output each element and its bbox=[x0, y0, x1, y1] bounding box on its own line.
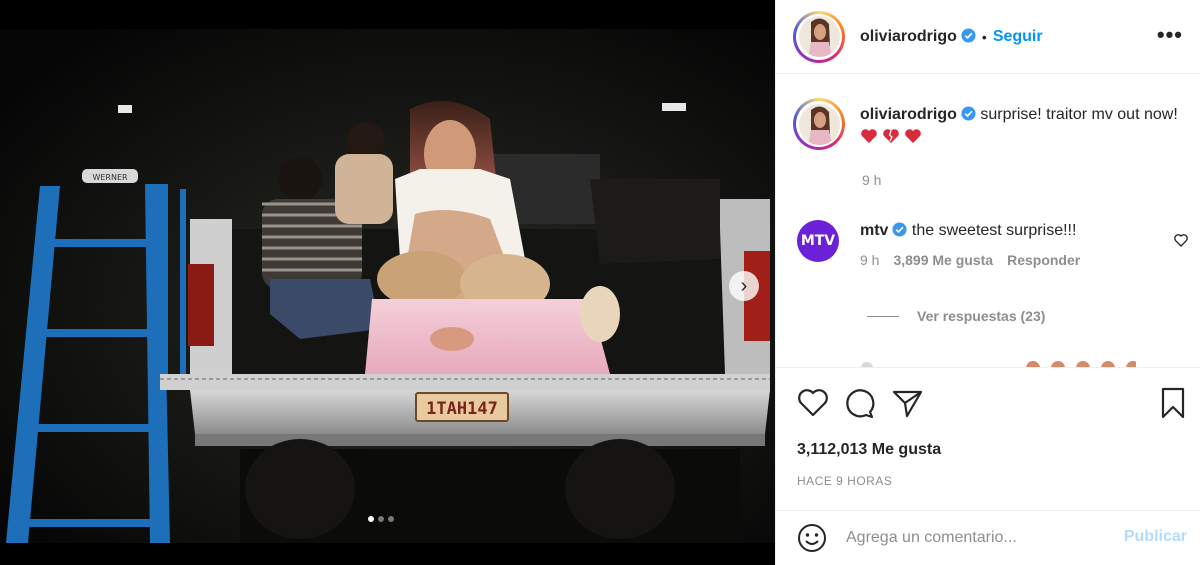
chevron-right-icon: › bbox=[740, 275, 748, 297]
comment-text: the sweetest surprise!!! bbox=[911, 222, 1077, 239]
comment-likes[interactable]: 3,899 Me gusta bbox=[893, 252, 993, 268]
comment-bubble-icon[interactable] bbox=[842, 386, 876, 420]
reply-button[interactable]: Responder bbox=[1007, 252, 1080, 268]
author-username[interactable]: oliviarodrigo bbox=[860, 28, 976, 46]
comment-username[interactable]: mtv bbox=[860, 222, 888, 239]
post-side-panel: oliviarodrigo • Seguir ••• oliviarodrigo… bbox=[775, 0, 1200, 565]
caption-text: oliviarodrigo surprise! traitor mv out n… bbox=[860, 103, 1180, 150]
mtv-logo-icon: MTV bbox=[800, 233, 836, 249]
license-plate: 1TAH147 bbox=[426, 399, 498, 419]
view-replies-label: Ver respuestas (23) bbox=[917, 308, 1046, 324]
publish-button[interactable]: Publicar bbox=[1124, 528, 1187, 546]
red-heart-emoji-icon bbox=[861, 129, 877, 143]
more-options-icon[interactable]: ••• bbox=[1157, 24, 1183, 46]
post-photo[interactable]: WERNER 1TAH147 bbox=[0, 29, 775, 543]
comment-body: mtv the sweetest surprise!!! 9 h 3,899 M… bbox=[860, 222, 1080, 268]
broken-heart-emoji-icon bbox=[883, 129, 899, 143]
comments-list[interactable]: oliviarodrigo surprise! traitor mv out n… bbox=[776, 75, 1200, 367]
carousel-dot-3 bbox=[388, 516, 394, 522]
share-paper-plane-icon[interactable] bbox=[890, 386, 924, 420]
next-comment-peek bbox=[861, 361, 1136, 367]
likes-count[interactable]: 3,112,013 Me gusta bbox=[797, 441, 941, 459]
caption: oliviarodrigo surprise! traitor mv out n… bbox=[793, 98, 1180, 150]
save-bookmark-icon[interactable] bbox=[1156, 386, 1190, 420]
comment-time[interactable]: 9 h bbox=[860, 252, 879, 268]
view-replies-button[interactable]: Ver respuestas (23) bbox=[867, 308, 1045, 324]
post-timestamp: HACE 9 HORAS bbox=[797, 474, 893, 488]
like-heart-icon[interactable] bbox=[796, 386, 830, 420]
post-actions: 3,112,013 Me gusta HACE 9 HORAS bbox=[776, 367, 1200, 510]
comment-like-heart-icon[interactable] bbox=[1173, 232, 1189, 248]
comment-input[interactable] bbox=[846, 529, 1096, 547]
post-header: oliviarodrigo • Seguir ••• bbox=[776, 0, 1200, 74]
dot-separator: • bbox=[981, 28, 987, 45]
caption-time: 9 h bbox=[862, 172, 882, 188]
verified-badge-icon bbox=[961, 106, 976, 121]
carousel-indicator bbox=[368, 516, 394, 522]
add-comment-bar: Publicar bbox=[776, 510, 1200, 565]
author-avatar[interactable] bbox=[793, 10, 845, 63]
carousel-next-button[interactable]: › bbox=[729, 271, 759, 301]
author-username-text: oliviarodrigo bbox=[860, 27, 957, 45]
instagram-post-modal: WERNER 1TAH147 › oliviarodrigo • Seguir … bbox=[0, 0, 1200, 565]
avatar-image bbox=[798, 16, 840, 57]
caption-username[interactable]: oliviarodrigo bbox=[860, 106, 957, 123]
comment-meta: 9 h 3,899 Me gusta Responder bbox=[860, 252, 1080, 268]
verified-badge-icon bbox=[892, 222, 907, 237]
carousel-dot-1 bbox=[368, 516, 374, 522]
emoji-smiley-icon[interactable] bbox=[796, 522, 828, 554]
ladder-label: WERNER bbox=[92, 173, 128, 182]
follow-button[interactable]: Seguir bbox=[993, 28, 1043, 46]
post-media: WERNER 1TAH147 › bbox=[0, 0, 775, 565]
caption-body: surprise! traitor mv out now! bbox=[980, 106, 1178, 123]
red-heart-emoji-icon bbox=[905, 129, 921, 143]
carousel-dot-2 bbox=[378, 516, 384, 522]
replies-divider bbox=[867, 315, 899, 317]
verified-badge-icon bbox=[961, 27, 976, 43]
mtv-avatar[interactable]: MTV bbox=[797, 220, 839, 262]
comment-item: MTV mtv the sweetest surprise!!! 9 h 3,8… bbox=[797, 220, 1187, 268]
caption-avatar[interactable] bbox=[793, 98, 845, 150]
caption-avatar-image bbox=[798, 103, 840, 145]
